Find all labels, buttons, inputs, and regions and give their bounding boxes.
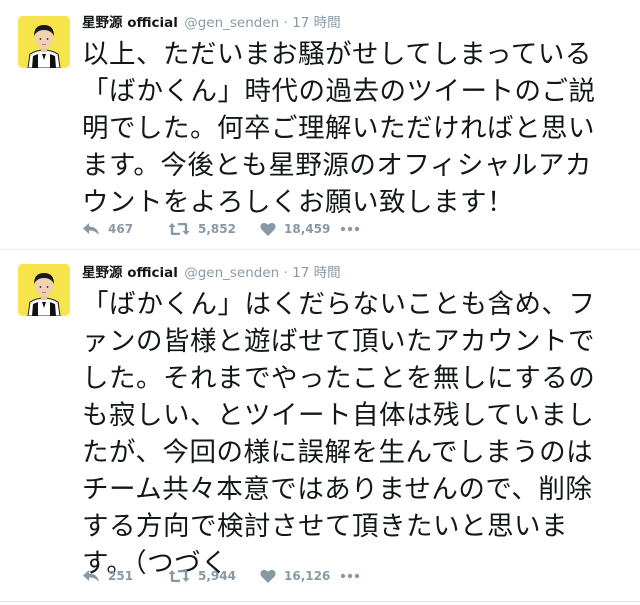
tweet-text-line: した。それまでやったことを無しにするの (82, 363, 596, 394)
tweet-text: 「ばかくん」はくだらないことも含め、フ ァンの皆様と遊ばせて頂いたアカウントで … (82, 286, 622, 582)
tweet-actions: 467 5,852 18,459 (82, 219, 370, 239)
separator: · (283, 265, 288, 281)
avatar[interactable] (18, 264, 70, 316)
more-button[interactable] (340, 573, 370, 579)
username[interactable]: @gen_senden (184, 265, 279, 281)
tweet-text: 以上、ただいまお騒がせしてしまっている 「ばかくん」時代の過去のツイートのご説 … (82, 36, 622, 221)
timestamp[interactable]: 17 時間 (292, 15, 340, 31)
tweet-actions: 251 5,944 16,126 (82, 566, 370, 586)
retweet-icon (168, 223, 190, 235)
tweet-text-line: 以上、ただいまお騒がせしてしまっている (82, 39, 592, 70)
like-button[interactable]: 16,126 (260, 569, 340, 583)
avatar-image (18, 16, 70, 68)
heart-icon (260, 569, 276, 583)
tweet-text-line: する方向で検討させて頂きたいと思いま (82, 511, 568, 542)
tweet-text-line: 明でした。何卒ご理解いただければと思い (82, 113, 595, 144)
reply-icon (83, 570, 99, 582)
tweet-text-line: ます。今後とも星野源のオフィシャルアカ (82, 150, 592, 181)
retweet-button[interactable]: 5,944 (168, 569, 260, 583)
retweet-count: 5,944 (198, 569, 236, 583)
like-count: 16,126 (284, 569, 331, 583)
tweet-text-line: 「ばかくん」時代の過去のツイートのご説 (82, 76, 596, 107)
tweet-text-line: 「ばかくん」はくだらないことも含め、フ (82, 289, 596, 320)
tweet-text-line: ウントをよろしくお願い致します！ (82, 187, 514, 218)
more-button[interactable] (340, 226, 370, 232)
tweet-header: 星野源 official @gen_senden · 17 時間 (82, 14, 341, 32)
avatar-image (18, 264, 70, 316)
display-name[interactable]: 星野源 official (82, 265, 178, 281)
reply-count: 251 (108, 569, 134, 583)
tweet[interactable]: 星野源 official @gen_senden · 17 時間 「ばかくん」は… (0, 250, 640, 602)
timeline: 星野源 official @gen_senden · 17 時間 以上、ただいま… (0, 0, 640, 605)
heart-icon (260, 222, 276, 236)
display-name[interactable]: 星野源 official (82, 15, 178, 31)
like-button[interactable]: 18,459 (260, 222, 340, 236)
retweet-count: 5,852 (198, 222, 236, 236)
retweet-button[interactable]: 5,852 (168, 222, 260, 236)
tweet-text-line: チーム共々本意ではありませんので、削除 (82, 474, 593, 505)
avatar[interactable] (18, 16, 70, 68)
ellipsis-icon (340, 573, 360, 579)
ellipsis-icon (340, 226, 360, 232)
reply-button[interactable]: 467 (82, 222, 168, 236)
separator: · (283, 15, 288, 31)
timestamp[interactable]: 17 時間 (292, 265, 340, 281)
reply-icon (83, 223, 99, 235)
reply-count: 467 (108, 222, 134, 236)
tweet-text-line: も寂しい、とツイート自体は残していまし (82, 400, 595, 431)
tweet-text-line: ァンの皆様と遊ばせて頂いたアカウントで (82, 326, 595, 357)
reply-button[interactable]: 251 (82, 569, 168, 583)
like-count: 18,459 (284, 222, 331, 236)
tweet-header: 星野源 official @gen_senden · 17 時間 (82, 264, 341, 282)
tweet[interactable]: 星野源 official @gen_senden · 17 時間 以上、ただいま… (0, 0, 640, 250)
retweet-icon (168, 570, 190, 582)
tweet-text-line: たが、今回の様に誤解を生んでしまうのは (82, 437, 594, 468)
username[interactable]: @gen_senden (184, 15, 279, 31)
